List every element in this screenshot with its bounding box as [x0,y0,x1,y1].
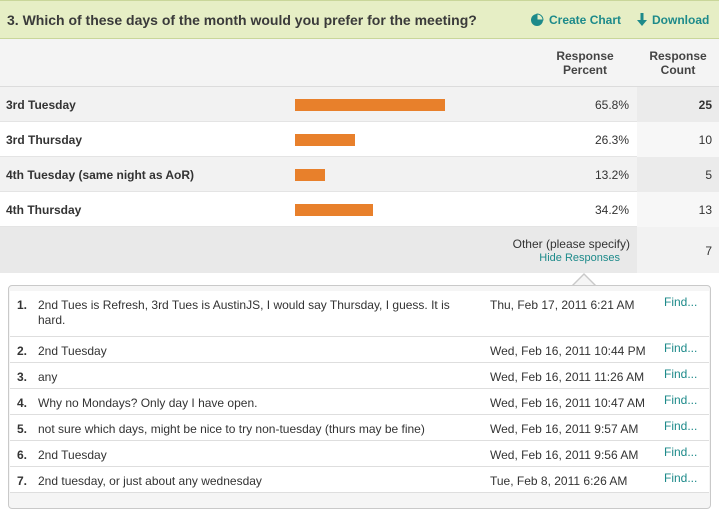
download-arrow-icon [637,13,647,26]
find-link[interactable]: Find... [664,471,697,485]
answer-count: 13 [698,203,712,217]
response-date: Wed, Feb 16, 2011 9:57 AM [490,422,639,436]
find-link[interactable]: Find... [664,341,697,355]
count-header-line2: Count [660,63,696,77]
response-date: Tue, Feb 8, 2011 6:26 AM [490,474,628,488]
response-date: Wed, Feb 16, 2011 10:47 AM [490,396,645,410]
response-text: 2nd Tuesday [38,344,107,358]
answer-percent: 26.3% [594,133,629,147]
answer-count: 10 [698,133,712,147]
create-chart-link[interactable]: Create Chart [530,13,621,27]
answer-label: 3rd Tuesday [6,98,76,112]
answer-row: 3rd Tuesday 65.8% 25 [0,87,719,122]
response-row: 2. 2nd Tuesday Wed, Feb 16, 2011 10:44 P… [10,337,709,363]
response-date: Thu, Feb 17, 2011 6:21 AM [490,298,635,312]
find-link[interactable]: Find... [664,367,697,381]
response-text: any [38,370,58,384]
other-count: 7 [705,244,712,258]
response-number: 3. [17,370,28,384]
answer-bar [295,169,325,181]
column-header-row: Response Percent Response Count [0,39,719,87]
response-row: 3. any Wed, Feb 16, 2011 11:26 AM Find..… [10,363,709,389]
create-chart-label: Create Chart [549,13,622,27]
answer-label: 3rd Thursday [6,133,83,147]
response-number: 6. [17,448,28,462]
answer-count: 5 [705,168,712,182]
answer-bar [295,204,373,216]
percent-header-line2: Percent [562,63,608,77]
response-row: 1. 2nd Tues is Refresh, 3rd Tues is Aust… [10,291,709,337]
count-header-line1: Response [649,49,707,63]
response-number: 4. [17,396,28,410]
response-number: 2. [17,344,28,358]
response-date: Wed, Feb 16, 2011 9:56 AM [490,448,639,462]
response-number: 7. [17,474,28,488]
pie-chart-icon [531,13,544,26]
answer-label: 4th Tuesday (same night as AoR) [6,168,195,182]
answer-percent: 13.2% [594,168,629,182]
response-date: Wed, Feb 16, 2011 10:44 PM [490,344,646,358]
response-number: 5. [17,422,28,436]
response-count-header: Response Count [638,49,718,77]
response-text: not sure which days, might be nice to tr… [38,422,425,436]
responses-panel: 1. 2nd Tues is Refresh, 3rd Tues is Aust… [8,285,711,509]
response-row: 5. not sure which days, might be nice to… [10,415,709,441]
download-label: Download [652,13,710,27]
answer-bar [295,134,355,146]
find-link[interactable]: Find... [664,393,697,407]
find-link[interactable]: Find... [664,445,697,459]
response-text: 2nd Tuesday [38,448,107,462]
answer-row: 4th Thursday 34.2% 13 [0,192,719,227]
answer-bar [295,99,445,111]
response-text: 2nd tuesday, or just about any wednesday [38,474,262,488]
find-link[interactable]: Find... [664,295,697,309]
hide-responses-link[interactable]: Hide Responses [480,252,620,264]
response-number: 1. [17,298,28,312]
response-row: 6. 2nd Tuesday Wed, Feb 16, 2011 9:56 AM… [10,441,709,467]
response-text: 2nd Tues is Refresh, 3rd Tues is AustinJ… [38,298,450,327]
response-text: Why no Mondays? Only day I have open. [38,396,258,410]
answer-row: 4th Tuesday (same night as AoR) 13.2% 5 [0,157,719,192]
find-link[interactable]: Find... [664,419,697,433]
popup-pointer-inner [574,275,594,285]
other-label: Other (please specify) [512,237,630,251]
response-percent-header: Response Percent [539,49,631,77]
response-date: Wed, Feb 16, 2011 11:26 AM [490,370,645,384]
answer-percent: 34.2% [594,203,629,217]
response-row: 7. 2nd tuesday, or just about any wednes… [10,467,709,493]
download-link[interactable]: Download [637,13,709,27]
answer-row: 3rd Thursday 26.3% 10 [0,122,719,157]
question-header: 3. Which of these days of the month woul… [0,0,719,39]
answer-label: 4th Thursday [6,203,82,217]
other-row: Other (please specify) Hide Responses 7 [0,227,719,273]
answer-percent: 65.8% [594,98,629,112]
percent-header-line1: Response [556,49,614,63]
answer-count: 25 [698,98,712,112]
question-title: 3. Which of these days of the month woul… [7,12,477,28]
response-row: 4. Why no Mondays? Only day I have open.… [10,389,709,415]
